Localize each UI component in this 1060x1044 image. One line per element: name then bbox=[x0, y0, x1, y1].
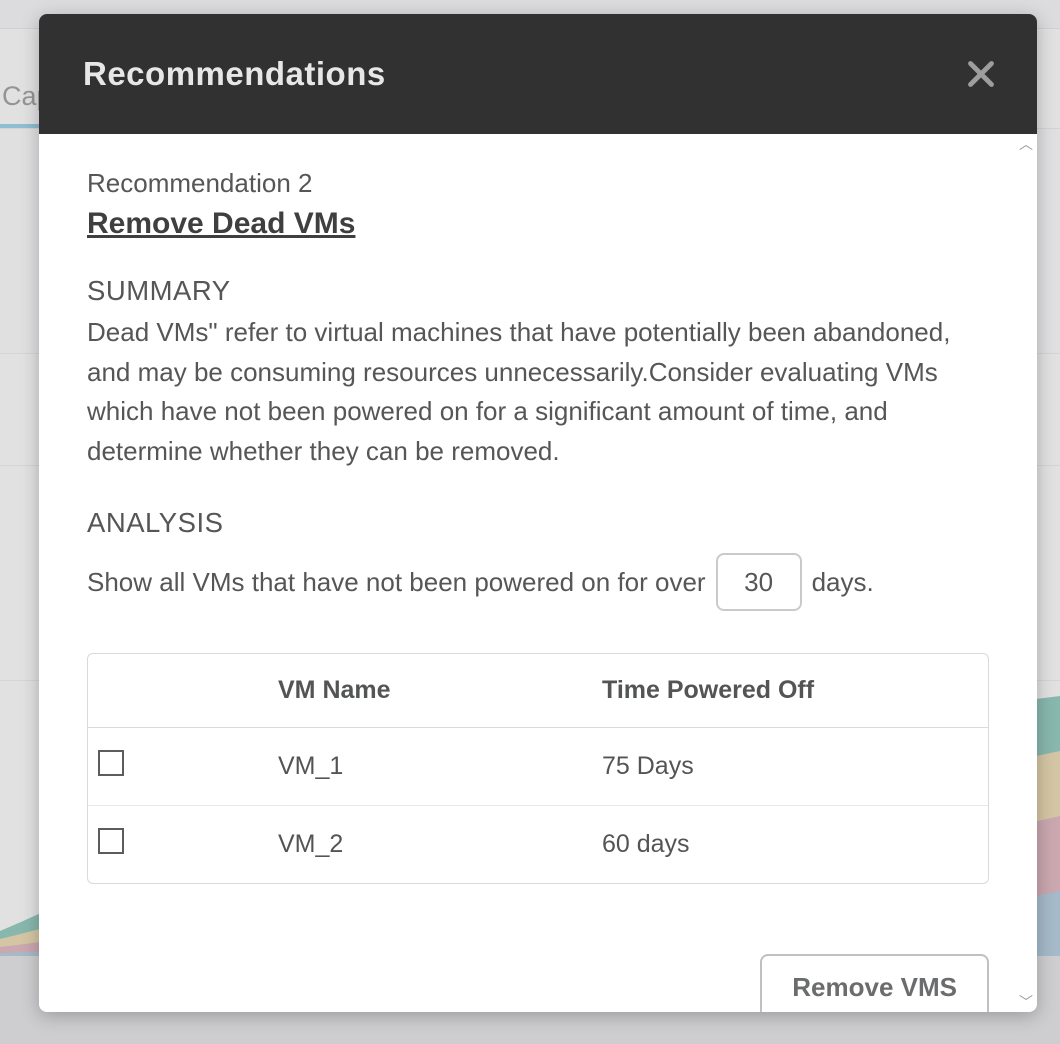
analysis-suffix: days. bbox=[812, 567, 874, 598]
cell-vm-name: VM_2 bbox=[268, 805, 592, 883]
table-row: VM_2 60 days bbox=[88, 805, 988, 883]
recommendations-modal: Recommendations ︿ ﹀ Recommendation 2 Rem… bbox=[39, 14, 1037, 1012]
close-icon[interactable] bbox=[963, 56, 999, 92]
remove-vms-button[interactable]: Remove VMS bbox=[760, 954, 989, 1012]
table-row: VM_1 75 Days bbox=[88, 728, 988, 805]
row-checkbox[interactable] bbox=[98, 828, 124, 854]
recommendation-title: Remove Dead VMs bbox=[87, 207, 989, 241]
recommendation-number: Recommendation 2 bbox=[87, 168, 989, 199]
days-threshold-input[interactable] bbox=[716, 553, 802, 611]
cell-time-off: 60 days bbox=[592, 805, 988, 883]
analysis-prefix: Show all VMs that have not been powered … bbox=[87, 567, 706, 598]
cell-vm-name: VM_1 bbox=[268, 728, 592, 805]
analysis-heading: ANALYSIS bbox=[87, 507, 989, 539]
table-header-row: VM Name Time Powered Off bbox=[88, 654, 988, 728]
summary-heading: SUMMARY bbox=[87, 275, 989, 307]
modal-body: Recommendation 2 Remove Dead VMs SUMMARY… bbox=[39, 134, 1037, 1012]
modal-header: Recommendations bbox=[39, 14, 1037, 134]
modal-title: Recommendations bbox=[83, 55, 386, 93]
analysis-sentence: Show all VMs that have not been powered … bbox=[87, 553, 989, 611]
cell-time-off: 75 Days bbox=[592, 728, 988, 805]
col-header-time-off: Time Powered Off bbox=[592, 654, 988, 728]
dead-vm-table: VM Name Time Powered Off VM_1 75 Days VM… bbox=[87, 653, 989, 884]
summary-text: Dead VMs" refer to virtual machines that… bbox=[87, 313, 957, 471]
row-checkbox[interactable] bbox=[98, 750, 124, 776]
col-header-vm-name: VM Name bbox=[268, 654, 592, 728]
